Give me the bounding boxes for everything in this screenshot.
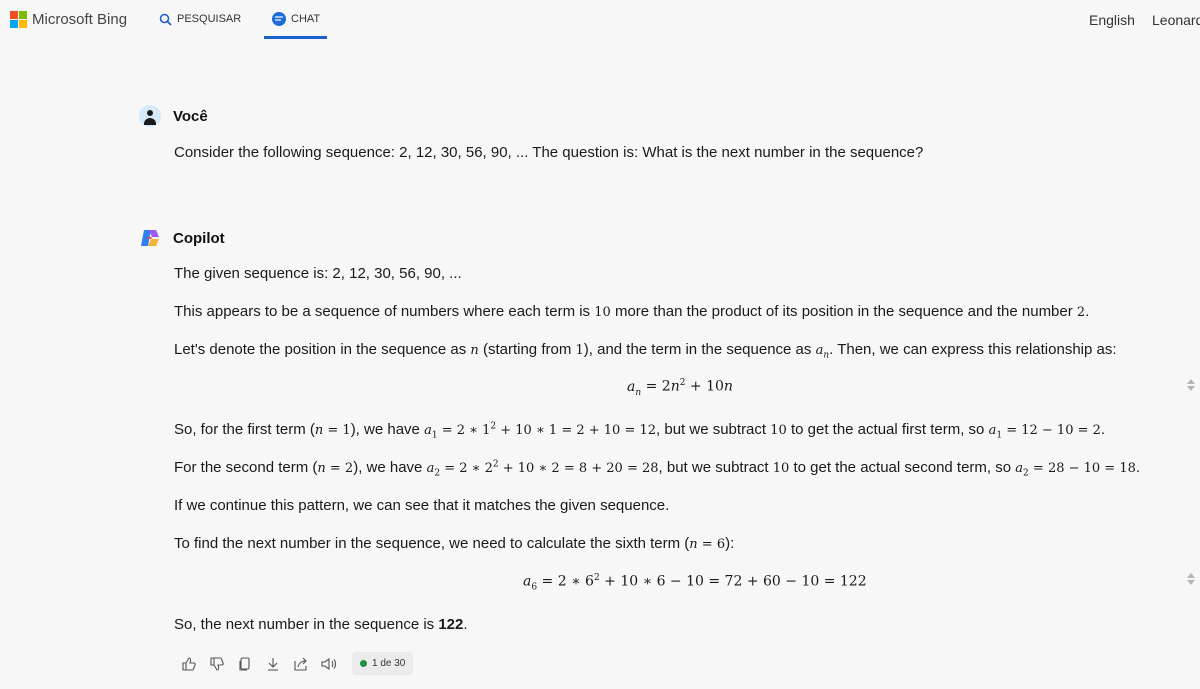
formula-sixth-term: a6 = 2 ∗ 62 + 10 ∗ 6 − 10 = 72 + 60 − 10… [523,573,867,593]
user-avatar-icon [139,105,161,127]
brand-name: Microsoft Bing [32,11,128,28]
copilot-icon [141,230,159,246]
copilot-paragraph-7: To find the next number in the sequence,… [174,535,735,552]
message-actions: 1 de 30 [180,652,414,675]
tab-search[interactable]: PESQUISAR [159,10,241,28]
tab-chat[interactable]: CHAT [272,10,320,28]
language-selector[interactable]: English [1089,12,1135,28]
formula-scroll-icon[interactable] [1186,573,1196,589]
microsoft-logo-icon [10,11,27,28]
read-aloud-icon[interactable] [320,655,338,673]
tab-chat-label: CHAT [291,13,321,25]
formula-general-term: an = 2n2 + 10n [627,378,733,398]
share-icon[interactable] [292,655,310,673]
bing-logo[interactable]: Microsoft Bing [10,11,127,28]
copilot-paragraph-6: If we continue this pattern, we can see … [174,497,670,514]
user-name[interactable]: Leonard [1152,12,1200,28]
thumbs-down-icon[interactable] [208,655,226,673]
response-counter-text: 1 de 30 [372,658,406,669]
copilot-paragraph-2: This appears to be a sequence of numbers… [174,303,1090,320]
response-counter: 1 de 30 [352,652,414,675]
search-icon [159,13,172,26]
copilot-paragraph-3: Let's denote the position in the sequenc… [174,341,1117,361]
status-dot-icon [360,660,367,667]
user-author: Você [173,107,208,125]
top-bar: Microsoft Bing PESQUISAR CHAT English Le… [0,0,1200,44]
thumbs-up-icon[interactable] [180,655,198,673]
chat-icon [272,12,286,26]
copilot-message-header: Copilot [139,227,225,249]
user-message-text: Consider the following sequence: 2, 12, … [174,144,924,161]
active-tab-indicator [264,36,327,39]
user-message-header: Você [139,105,208,127]
copilot-paragraph-8: So, the next number in the sequence is 1… [174,616,468,633]
formula-scroll-icon[interactable] [1186,379,1196,395]
copilot-paragraph-5: For the second term (n = 2), we have a2 … [174,459,1141,479]
copilot-paragraph-1: The given sequence is: 2, 12, 30, 56, 90… [174,265,462,282]
copilot-paragraph-4: So, for the first term (n = 1), we have … [174,421,1106,441]
copilot-author: Copilot [173,229,225,247]
tab-search-label: PESQUISAR [177,13,242,25]
copy-icon[interactable] [236,655,254,673]
download-icon[interactable] [264,655,282,673]
